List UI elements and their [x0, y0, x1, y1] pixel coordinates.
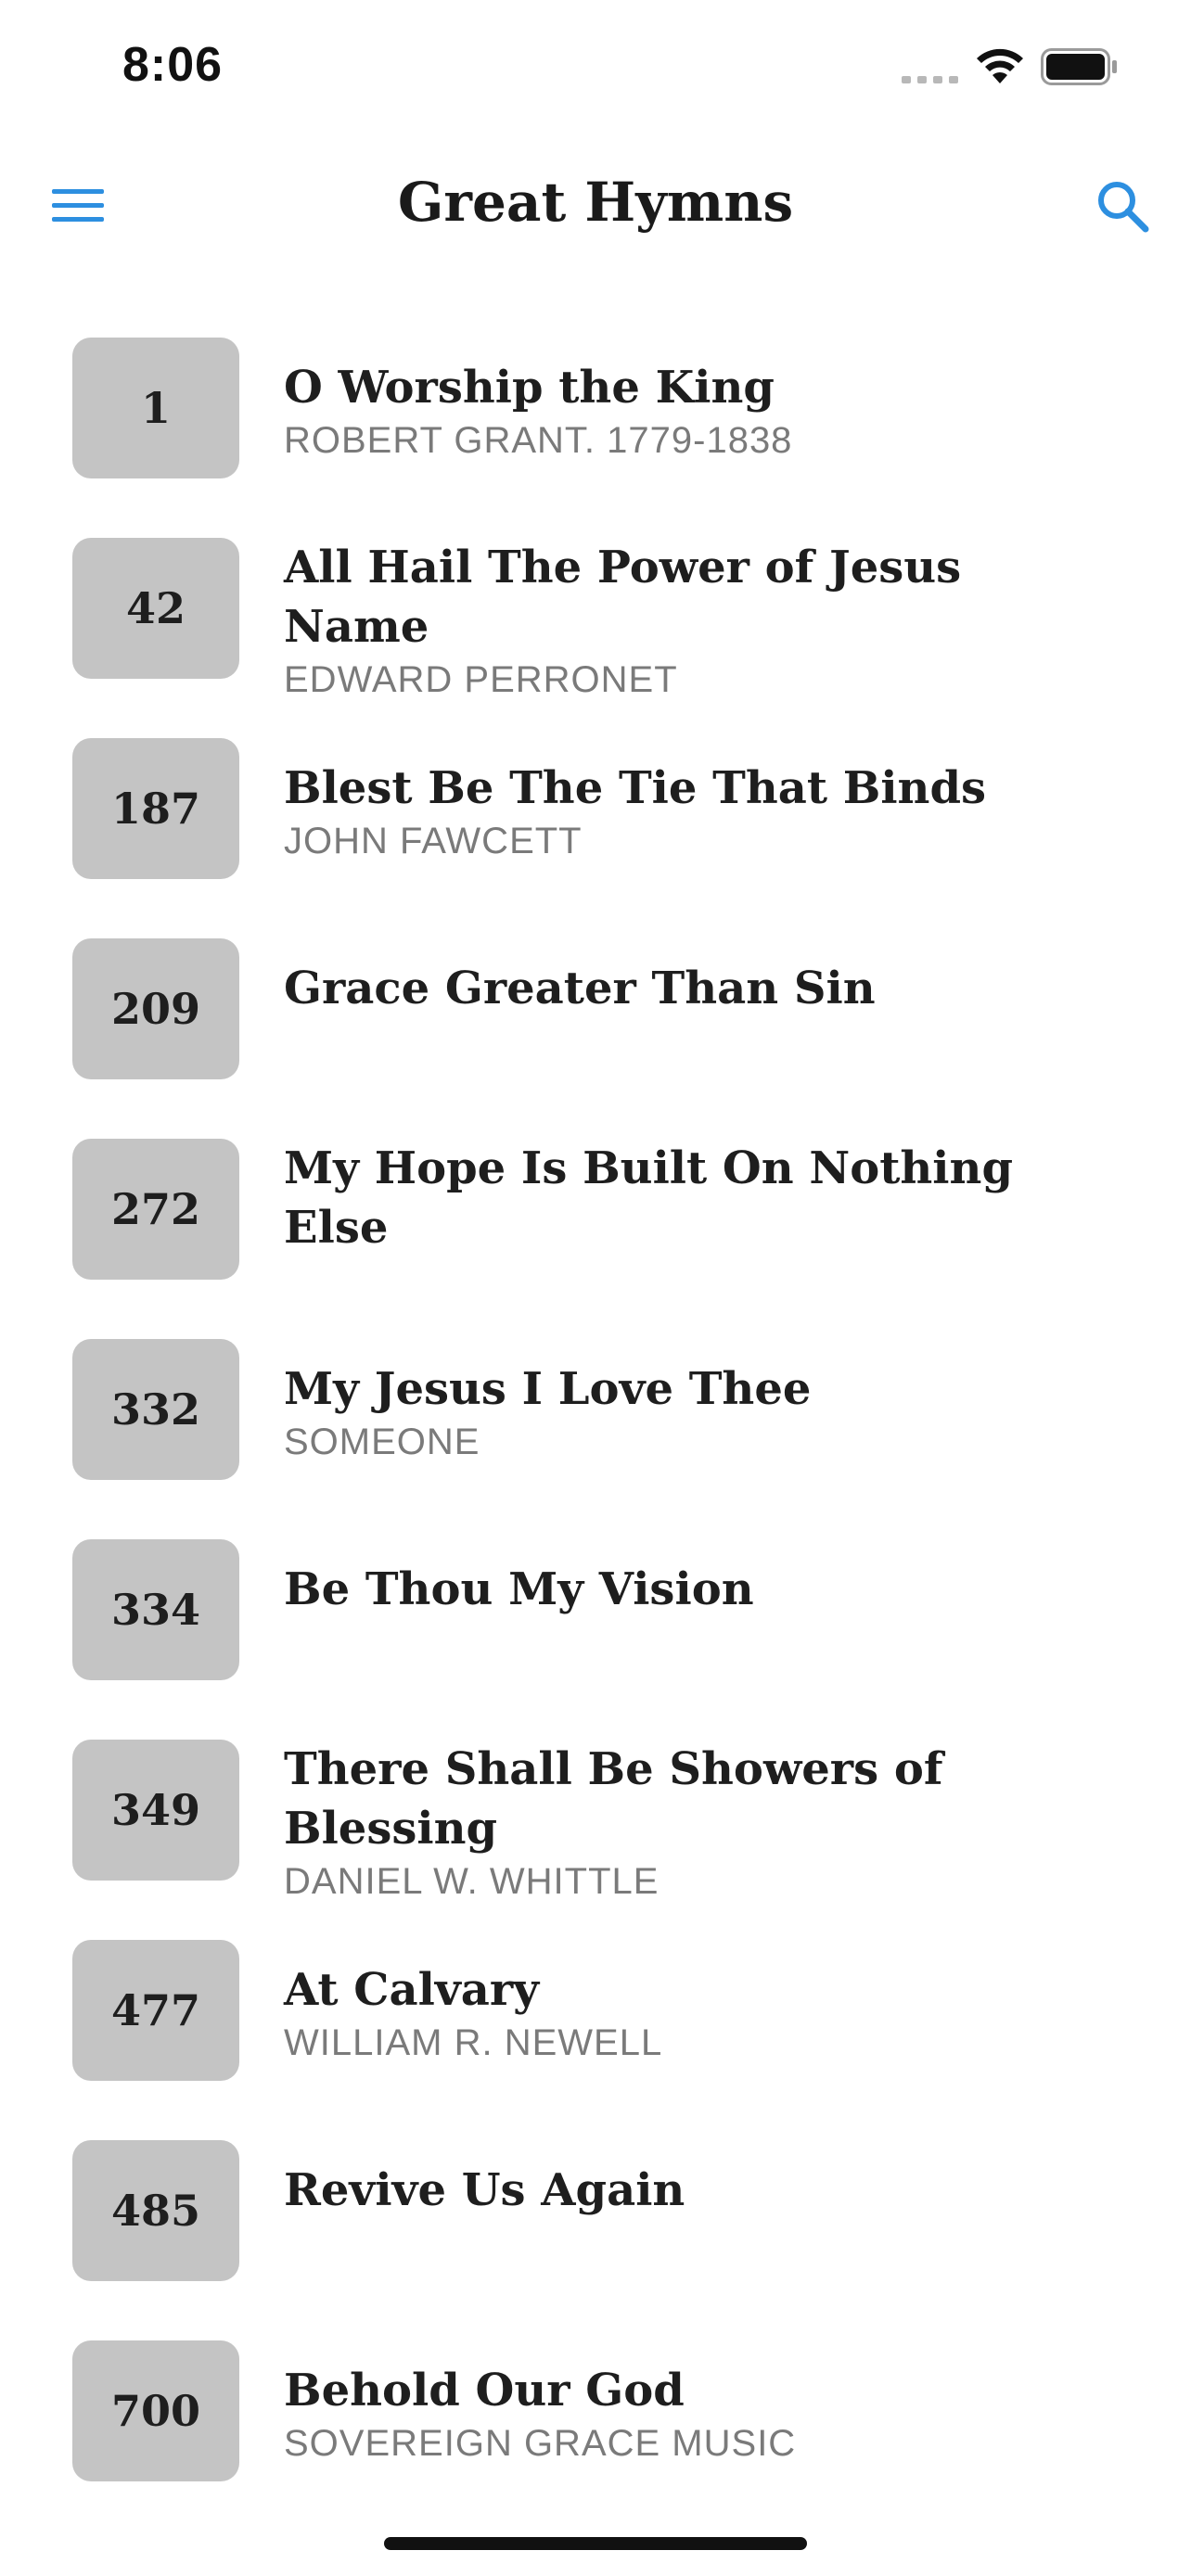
hymn-list-item[interactable]: 700 Behold Our God SOVEREIGN GRACE MUSIC [0, 2340, 1191, 2541]
status-time: 8:06 [122, 38, 224, 92]
status-bar: 8:06 [0, 0, 1191, 130]
hymn-text: Be Thou My Vision [284, 1560, 1119, 1619]
hymn-title: Blest Be The Tie That Binds [284, 762, 987, 814]
hymn-list-item[interactable]: 349 There Shall Be Showers of Blessing D… [0, 1740, 1191, 1940]
hymn-number-badge: 485 [72, 2140, 239, 2281]
hymn-title: There Shall Be Showers of Blessing [284, 1743, 943, 1855]
hymn-author: SOMEONE [284, 1422, 480, 1462]
hymn-author: JOHN FAWCETT [284, 821, 583, 861]
hymn-author: ROBERT GRANT. 1779-1838 [284, 420, 793, 461]
hymn-title: Revive Us Again [284, 2164, 685, 2216]
battery-icon [1041, 48, 1117, 85]
hymn-title: Be Thou My Vision [284, 1563, 754, 1615]
hymn-number-badge: 477 [72, 1940, 239, 2081]
hymn-number-badge: 187 [72, 738, 239, 879]
hymn-list-item[interactable]: 209 Grace Greater Than Sin [0, 938, 1191, 1139]
hymn-author: DANIEL W. WHITTLE [284, 1861, 660, 1902]
hymn-title: At Calvary [284, 1964, 539, 2016]
hymn-list-item[interactable]: 332 My Jesus I Love Thee SOMEONE [0, 1339, 1191, 1539]
hymn-number-badge: 272 [72, 1139, 239, 1280]
hymn-author: EDWARD PERRONET [284, 659, 678, 700]
hymn-list-item[interactable]: 485 Revive Us Again [0, 2140, 1191, 2340]
hymn-title: My Jesus I Love Thee [284, 1363, 812, 1415]
page-title: Great Hymns [397, 171, 794, 234]
wifi-icon [977, 48, 1023, 83]
hymn-text: There Shall Be Showers of Blessing DANIE… [284, 1740, 1119, 1905]
hymn-number-badge: 349 [72, 1740, 239, 1881]
search-button[interactable] [1083, 167, 1161, 245]
hymn-list-item[interactable]: 187 Blest Be The Tie That Binds JOHN FAW… [0, 738, 1191, 938]
hymn-author: WILLIAM R. NEWELL [284, 2022, 663, 2063]
hymn-list-item[interactable]: 334 Be Thou My Vision [0, 1539, 1191, 1740]
hymn-text: Blest Be The Tie That Binds JOHN FAWCETT [284, 759, 1119, 864]
hymn-list-item[interactable]: 477 At Calvary WILLIAM R. NEWELL [0, 1940, 1191, 2140]
home-indicator[interactable] [384, 2537, 807, 2550]
hymn-title: Behold Our God [284, 2365, 685, 2417]
hymn-text: Revive Us Again [284, 2161, 1119, 2220]
hymn-author: SOVEREIGN GRACE MUSIC [284, 2423, 797, 2464]
hymn-number-badge: 700 [72, 2340, 239, 2481]
hymn-text: O Worship the King ROBERT GRANT. 1779-18… [284, 358, 1119, 464]
hymn-number-badge: 332 [72, 1339, 239, 1480]
hymn-title: My Hope Is Built On Nothing Else [284, 1142, 1013, 1254]
hymn-number-badge: 1 [72, 338, 239, 478]
hymn-title: Grace Greater Than Sin [284, 963, 876, 1014]
hymn-number-badge: 42 [72, 538, 239, 679]
search-icon [1098, 182, 1149, 233]
hymn-text: Behold Our God SOVEREIGN GRACE MUSIC [284, 2361, 1119, 2467]
hymn-list-item[interactable]: 42 All Hail The Power of Jesus Name EDWA… [0, 538, 1191, 738]
hymn-number-badge: 334 [72, 1539, 239, 1680]
cellular-signal-icon [902, 76, 958, 83]
hymn-title: All Hail The Power of Jesus Name [284, 542, 962, 653]
hymn-title: O Worship the King [284, 362, 775, 414]
hymn-number-badge: 209 [72, 938, 239, 1079]
hymn-text: Grace Greater Than Sin [284, 959, 1119, 1018]
hymn-list-item[interactable]: 272 My Hope Is Built On Nothing Else [0, 1139, 1191, 1339]
hymn-text: My Jesus I Love Thee SOMEONE [284, 1359, 1119, 1465]
hymn-text: All Hail The Power of Jesus Name EDWARD … [284, 538, 1119, 703]
hymn-list-item[interactable]: 1 O Worship the King ROBERT GRANT. 1779-… [0, 338, 1191, 538]
navigation-bar: Great Hymns [0, 130, 1191, 287]
hymn-text: My Hope Is Built On Nothing Else [284, 1139, 1119, 1257]
hymn-list: 1 O Worship the King ROBERT GRANT. 1779-… [0, 338, 1191, 2541]
hymn-text: At Calvary WILLIAM R. NEWELL [284, 1960, 1119, 2066]
